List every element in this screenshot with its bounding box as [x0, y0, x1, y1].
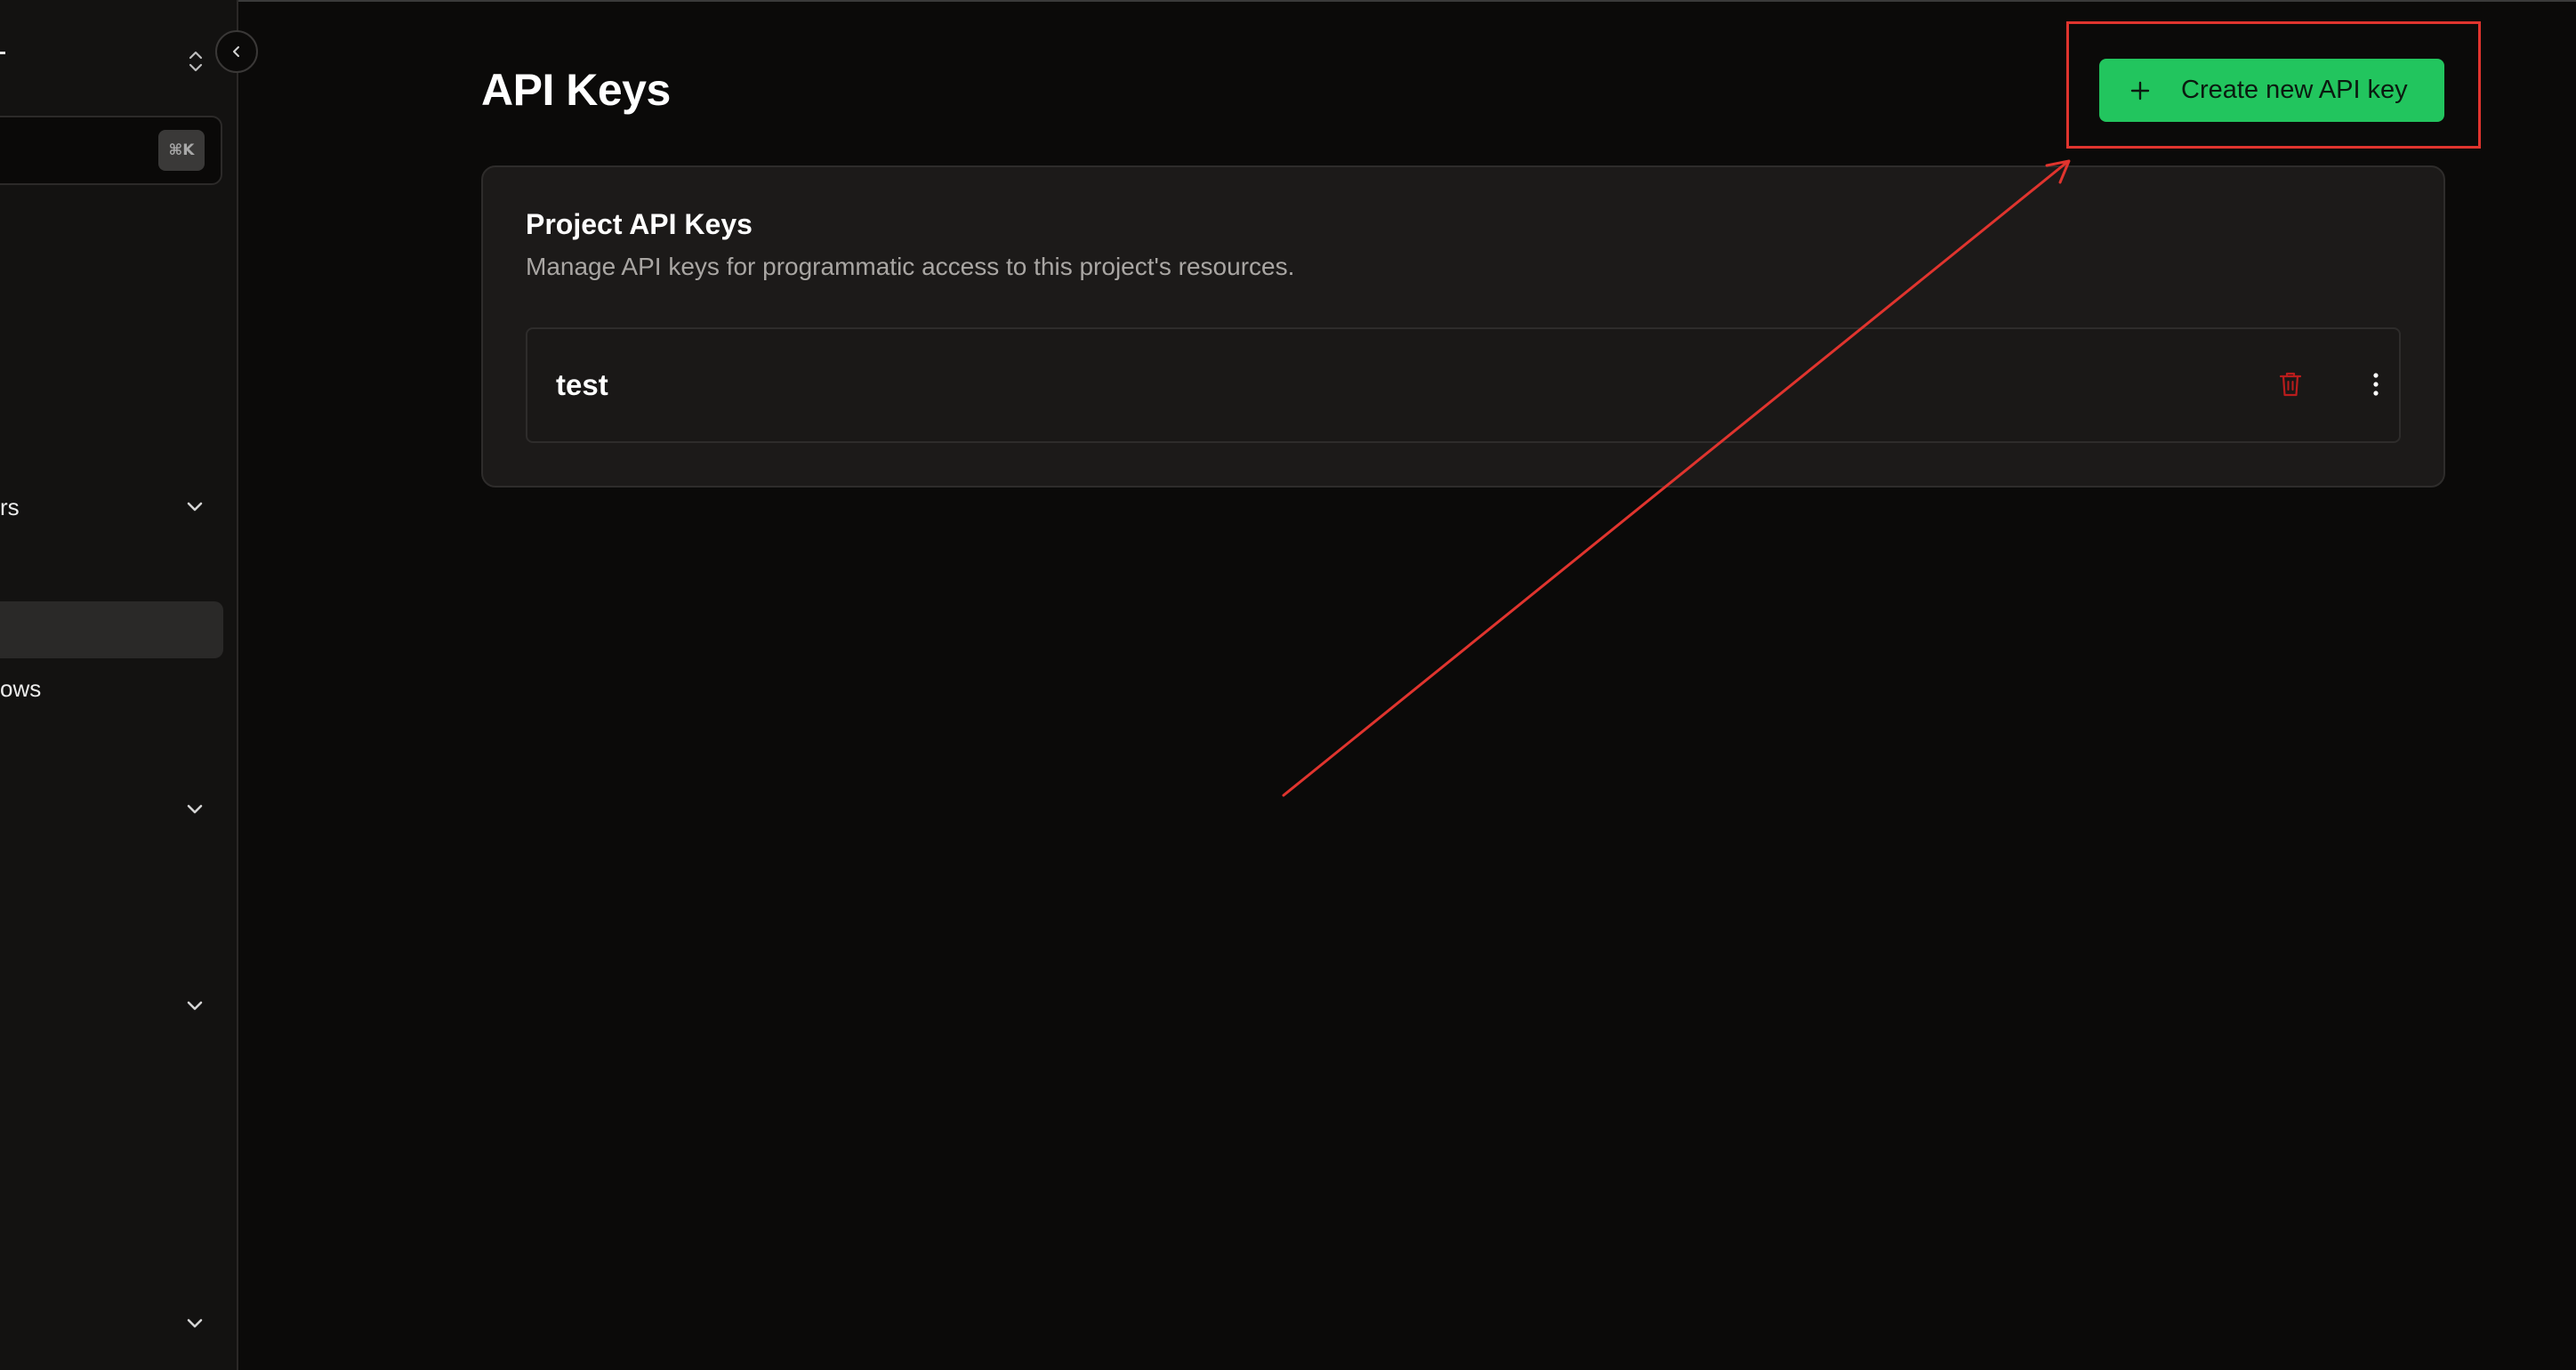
sidebar-item-label[interactable]: ows [0, 675, 41, 703]
chevron-left-icon [233, 46, 239, 57]
sidebar-collapse-button[interactable] [215, 30, 258, 73]
project-name-fragment[interactable] [0, 52, 5, 54]
chevron-down-icon[interactable] [183, 1312, 206, 1335]
page-title: API Keys [481, 65, 671, 115]
delete-key-button[interactable] [2273, 367, 2308, 402]
card-title: Project API Keys [526, 208, 753, 240]
window-top-border [0, 0, 2576, 2]
sidebar-item-label[interactable]: rs [0, 494, 20, 521]
api-key-name: test [556, 368, 608, 401]
chevron-down-icon[interactable] [183, 995, 206, 1018]
sidebar-item-active[interactable] [0, 601, 223, 658]
annotation-highlight-box [2066, 21, 2481, 149]
api-key-row: test [526, 327, 2401, 443]
search-shortcut-badge: ⌘K [158, 130, 205, 171]
more-vertical-icon [2373, 373, 2379, 396]
app-window: ⌘K rs ows API Keys Create new API key Pr… [0, 0, 2576, 1370]
more-options-button[interactable] [2358, 367, 2394, 402]
sidebar: ⌘K rs ows [0, 0, 238, 1370]
chevron-down-icon[interactable] [183, 496, 206, 519]
chevron-down-icon[interactable] [183, 798, 206, 821]
card-description: Manage API keys for programmatic access … [526, 253, 1295, 280]
trash-icon [2279, 372, 2302, 397]
chevron-up-down-icon[interactable] [185, 48, 206, 75]
project-api-keys-card: Project API Keys Manage API keys for pro… [481, 165, 2445, 488]
